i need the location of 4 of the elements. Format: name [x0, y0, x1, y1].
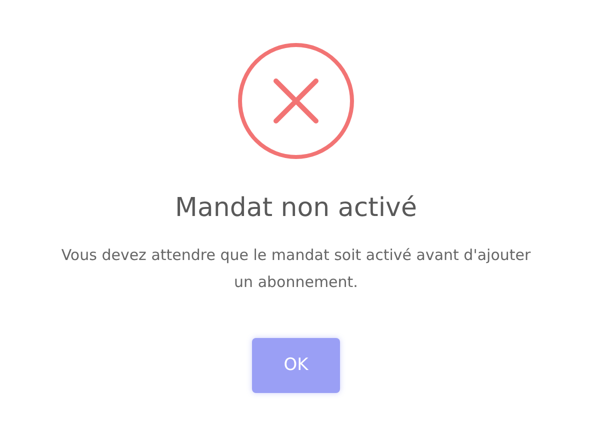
error-icon: [237, 42, 355, 160]
ok-button[interactable]: OK: [252, 338, 340, 394]
dialog-message: Vous devez attendre que le mandat soit activé avant d'ajouter un abonnement.: [60, 245, 532, 294]
dialog-title: Mandat non activé: [175, 193, 417, 224]
